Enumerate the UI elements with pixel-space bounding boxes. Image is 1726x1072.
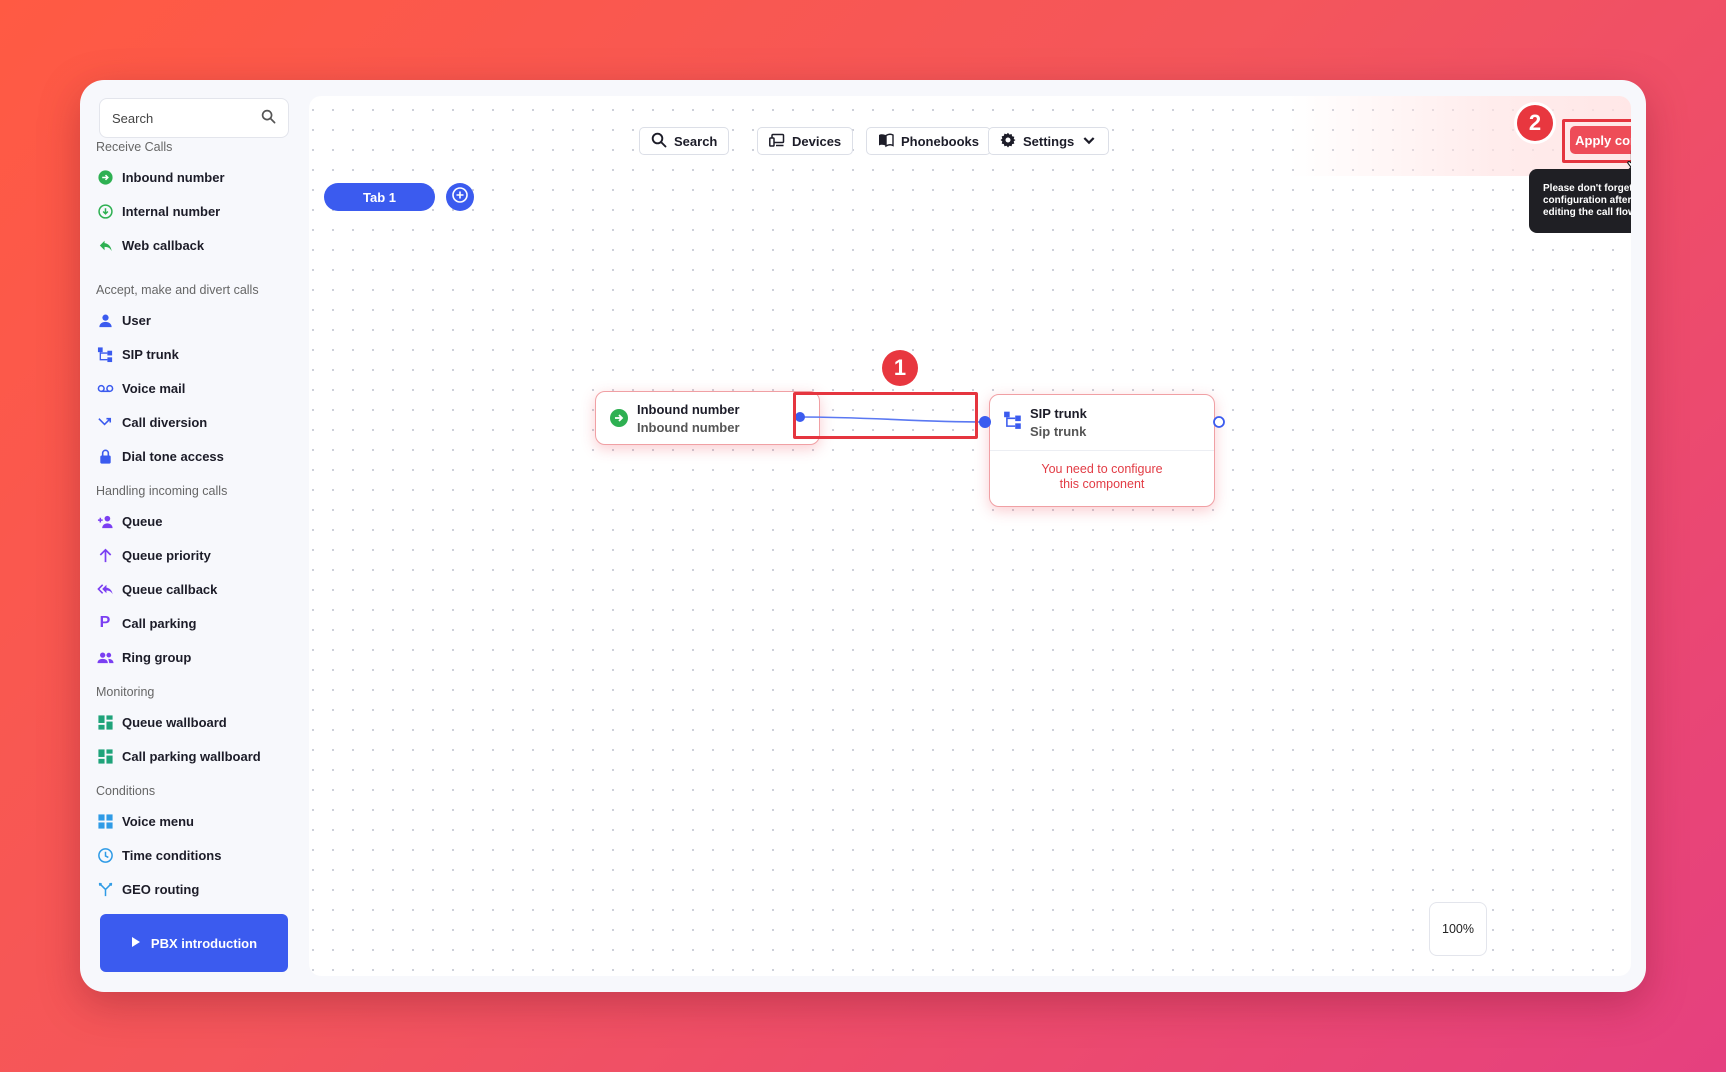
sidebar-item-label: Voice mail bbox=[122, 380, 186, 396]
sidebar-item-time-conditions[interactable]: Time conditions bbox=[96, 844, 221, 866]
dashboard-icon bbox=[96, 713, 114, 731]
lock-icon bbox=[96, 447, 114, 465]
sidebar-item-queue-priority[interactable]: Queue priority bbox=[96, 544, 211, 566]
sidebar-item-queue[interactable]: Queue bbox=[96, 510, 162, 532]
sidebar-search-placeholder: Search bbox=[112, 110, 154, 126]
grid-icon bbox=[96, 812, 114, 830]
sidebar-item-label: Ring group bbox=[122, 649, 192, 665]
pbx-introduction-label: PBX introduction bbox=[150, 935, 258, 951]
sidebar-item-label: Call parking wallboard bbox=[122, 748, 261, 764]
sidebar-item-voice-menu[interactable]: Voice menu bbox=[96, 810, 194, 832]
sidebar-item-label: Call diversion bbox=[122, 414, 208, 430]
call-flow-canvas[interactable]: Search Devices Phonebooks Settings Apply… bbox=[309, 96, 1631, 976]
user-icon bbox=[96, 311, 114, 329]
sidebar-item-label: Web callback bbox=[122, 237, 205, 253]
sidebar-item-queue-wallboard[interactable]: Queue wallboard bbox=[96, 711, 227, 733]
sidebar-item-label: Inbound number bbox=[122, 169, 225, 185]
sidebar-item-call-diversion[interactable]: Call diversion bbox=[96, 411, 207, 433]
sidebar-item-sip-trunk[interactable]: SIP trunk bbox=[96, 343, 179, 365]
sidebar-item-inbound-number[interactable]: Inbound number bbox=[96, 166, 225, 188]
sidebar-item-label: Voice menu bbox=[122, 813, 195, 829]
arrow-up-icon bbox=[96, 546, 114, 564]
sidebar-item-dial-tone-access[interactable]: Dial tone access bbox=[96, 445, 224, 467]
sidebar-item-web-callback[interactable]: Web callback bbox=[96, 234, 204, 256]
sidebar-item-internal-number[interactable]: Internal number bbox=[96, 200, 220, 222]
sidebar-item-label: Queue callback bbox=[122, 581, 218, 597]
inbound-number-icon bbox=[96, 168, 114, 186]
section-handling-incoming: Handling incoming calls bbox=[96, 484, 228, 498]
play-icon bbox=[131, 936, 141, 951]
app-window: Search Receive Calls Inbound number Inte… bbox=[80, 80, 1646, 992]
step-badge-1: 1 bbox=[882, 350, 918, 386]
sidebar-item-label: Call parking bbox=[122, 615, 197, 631]
sidebar-item-call-parking[interactable]: P Call parking bbox=[96, 612, 197, 634]
dashboard-icon bbox=[96, 747, 114, 765]
sidebar-item-label: GEO routing bbox=[122, 881, 200, 897]
fork-icon bbox=[96, 880, 114, 898]
section-conditions: Conditions bbox=[96, 784, 156, 798]
sidebar-item-geo-routing[interactable]: GEO routing bbox=[96, 878, 199, 900]
component-sidebar: Search Receive Calls Inbound number Inte… bbox=[80, 80, 302, 992]
internal-number-icon bbox=[96, 202, 114, 220]
connection-edge bbox=[795, 412, 1225, 428]
group-icon bbox=[96, 648, 114, 666]
pbx-introduction-button[interactable]: PBX introduction bbox=[100, 914, 288, 972]
clock-icon bbox=[96, 846, 114, 864]
web-callback-icon bbox=[96, 236, 114, 254]
sidebar-item-user[interactable]: User bbox=[96, 309, 151, 331]
edge-highlight-frame bbox=[793, 392, 978, 439]
sidebar-item-label: Internal number bbox=[122, 203, 221, 219]
zoom-level-control[interactable]: 100% bbox=[1429, 902, 1487, 956]
section-accept-make-divert: Accept, make and divert calls bbox=[96, 283, 259, 297]
sidebar-item-call-parking-wallboard[interactable]: Call parking wallboard bbox=[96, 745, 261, 767]
section-monitoring: Monitoring bbox=[96, 685, 155, 699]
parking-icon: P bbox=[99, 614, 111, 631]
sip-trunk-icon bbox=[96, 345, 114, 363]
sidebar-item-label: User bbox=[122, 312, 151, 328]
sidebar-item-queue-callback[interactable]: Queue callback bbox=[96, 578, 217, 600]
queue-icon bbox=[96, 512, 114, 530]
section-receive-calls: Receive Calls bbox=[96, 140, 173, 154]
sidebar-item-label: Time conditions bbox=[122, 847, 222, 863]
sidebar-item-label: Queue wallboard bbox=[122, 714, 227, 730]
call-diversion-icon bbox=[96, 413, 114, 431]
sidebar-item-label: Dial tone access bbox=[122, 448, 224, 464]
sidebar-item-voice-mail[interactable]: Voice mail bbox=[96, 377, 185, 399]
search-icon bbox=[261, 109, 276, 127]
sidebar-item-label: Queue bbox=[122, 513, 163, 529]
voicemail-icon bbox=[96, 379, 114, 397]
sip-output-handle bbox=[1213, 416, 1225, 428]
sidebar-search-input[interactable]: Search bbox=[99, 98, 289, 138]
reply-all-icon bbox=[96, 580, 114, 598]
sidebar-item-ring-group[interactable]: Ring group bbox=[96, 646, 191, 668]
edge-target-handle bbox=[979, 416, 991, 428]
sidebar-item-label: SIP trunk bbox=[122, 346, 179, 362]
sidebar-item-label: Queue priority bbox=[122, 547, 211, 563]
